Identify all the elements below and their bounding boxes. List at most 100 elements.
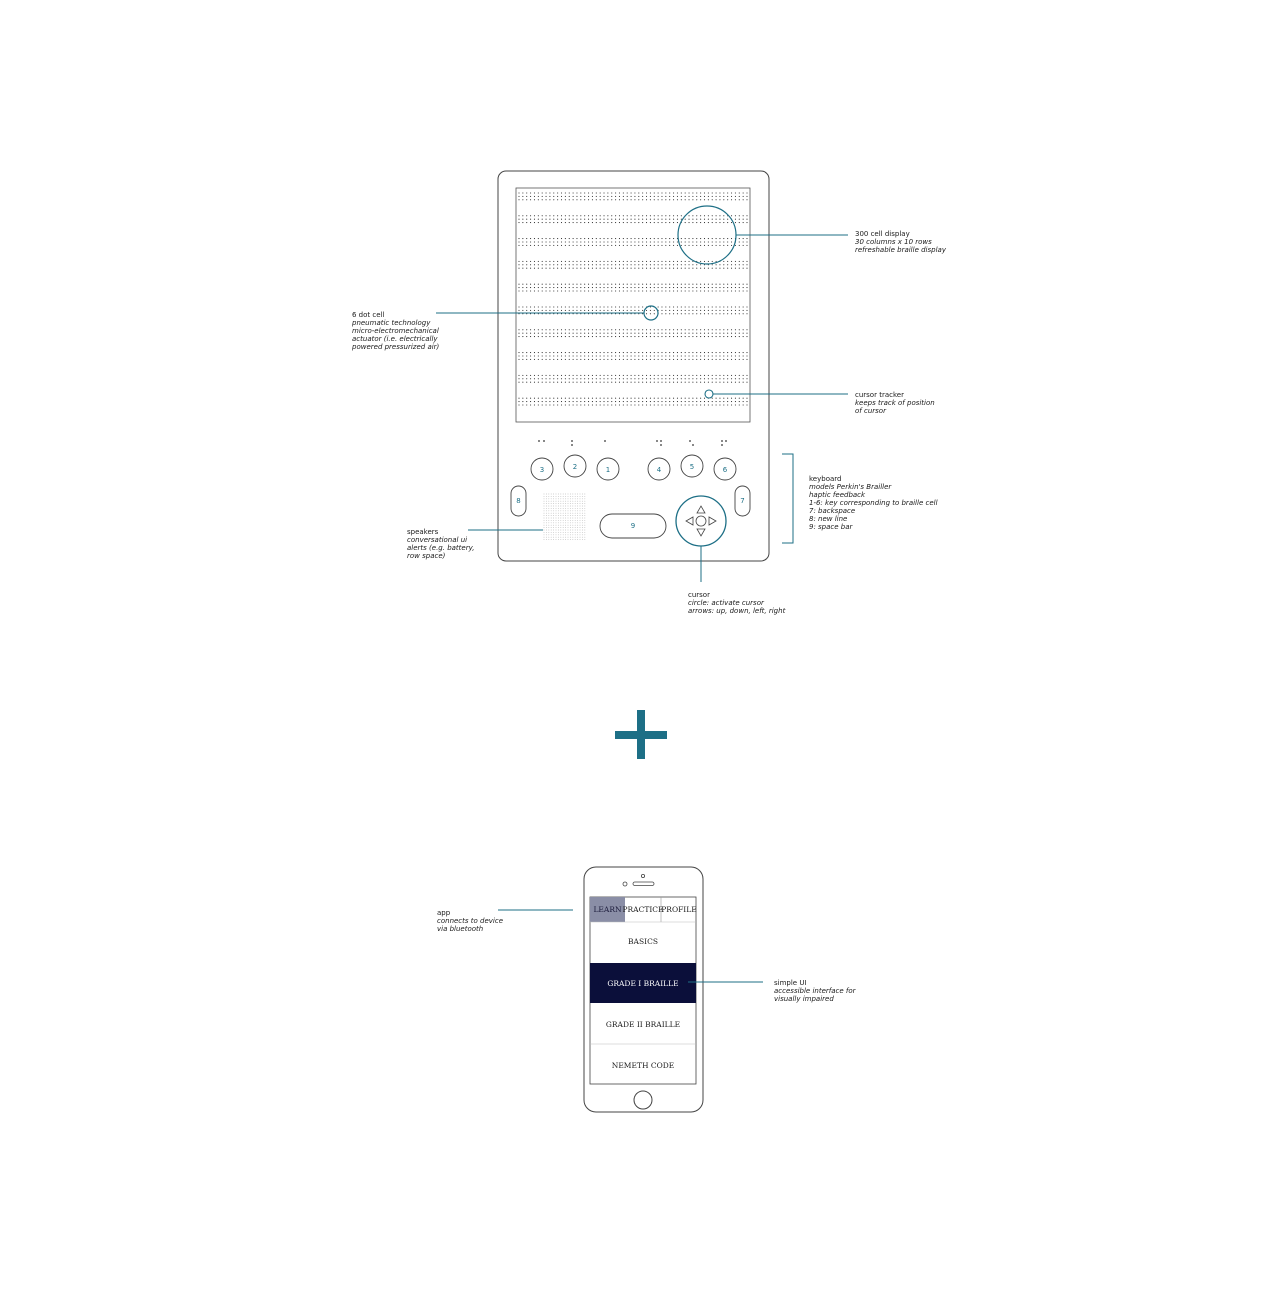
key-3[interactable]: 3	[530, 457, 554, 481]
braille-dot	[518, 283, 520, 285]
braille-dot	[703, 404, 706, 406]
braille-dot	[518, 374, 520, 376]
braille-dot	[703, 192, 706, 194]
braille-dot	[746, 195, 748, 197]
cursor-activate-button[interactable]	[695, 515, 707, 527]
key-5[interactable]: 5	[680, 454, 704, 478]
braille-dot	[696, 241, 698, 243]
cursor-pad[interactable]	[675, 495, 727, 547]
key-9-space-bar[interactable]: 9	[599, 513, 667, 539]
braille-dot	[611, 332, 613, 334]
tab-learn[interactable]: LEARN	[590, 897, 625, 922]
braille-dot	[557, 355, 559, 357]
braille-dot	[734, 355, 736, 357]
braille-dot	[649, 241, 651, 243]
braille-dot	[669, 401, 671, 403]
menu-row-grade-1-braille[interactable]: GRADE I BRAILLE	[590, 963, 696, 1003]
braille-dot	[645, 222, 648, 224]
speaker-dot	[579, 503, 581, 505]
braille-dot	[727, 329, 729, 331]
braille-dot	[545, 215, 547, 217]
braille-dot	[622, 215, 624, 217]
braille-dot	[560, 378, 563, 380]
phone-home-button[interactable]	[633, 1090, 653, 1110]
braille-dot	[676, 401, 678, 403]
braille-dot	[545, 283, 547, 285]
braille-dot	[642, 290, 644, 292]
braille-dot	[630, 267, 632, 269]
braille-dot	[661, 381, 663, 383]
braille-dot	[576, 222, 578, 224]
speaker-dot	[557, 495, 559, 497]
speaker-dot	[545, 519, 547, 521]
braille-dot	[622, 238, 624, 240]
braille-dot	[576, 404, 578, 406]
braille-dot	[557, 358, 559, 360]
speaker-dot	[581, 500, 583, 502]
speaker-dot	[579, 539, 581, 541]
speaker-dot	[574, 515, 576, 517]
braille-dot	[572, 192, 574, 194]
braille-dot	[615, 192, 617, 194]
braille-dot	[707, 199, 709, 201]
menu-row-grade-2-braille[interactable]: GRADE II BRAILLE	[606, 1020, 680, 1029]
braille-dot	[649, 267, 651, 269]
key-1[interactable]: 1	[596, 457, 620, 481]
braille-dot	[649, 381, 651, 383]
key-7[interactable]: 7	[734, 485, 751, 517]
braille-dot	[692, 241, 694, 243]
braille-dot	[703, 306, 706, 308]
braille-dot	[684, 306, 686, 308]
braille-dot	[649, 397, 651, 399]
braille-dot	[676, 222, 678, 224]
braille-dot	[545, 358, 547, 360]
braille-dot	[584, 397, 586, 399]
annotation-speakers: speakers conversational ui alerts (e.g. …	[407, 528, 474, 560]
braille-dot	[707, 241, 709, 243]
speaker-dot	[560, 536, 562, 538]
speaker-dot	[548, 505, 550, 507]
braille-dot	[634, 397, 636, 399]
braille-dot	[533, 401, 536, 403]
braille-dot	[568, 241, 570, 243]
braille-dot	[645, 313, 648, 315]
annotation-cursor-tracker-desc-2: of cursor	[855, 407, 886, 415]
braille-dot	[676, 241, 678, 243]
speaker-dot	[562, 531, 564, 533]
speaker-dot	[548, 517, 550, 519]
braille-dot	[665, 397, 667, 399]
braille-dot	[742, 329, 744, 331]
braille-dot	[715, 283, 717, 285]
braille-dot	[680, 241, 682, 243]
braille-dot	[661, 358, 663, 360]
key-8[interactable]: 8	[510, 485, 527, 517]
braille-dot	[588, 332, 590, 334]
braille-dot	[607, 374, 609, 376]
braille-dot	[584, 404, 586, 406]
menu-row-basics[interactable]: BASICS	[628, 937, 658, 946]
braille-dot	[684, 241, 686, 243]
key-6[interactable]: 6	[713, 457, 737, 481]
braille-dot	[727, 378, 729, 380]
menu-row-nemeth-code[interactable]: NEMETH CODE	[612, 1061, 675, 1070]
braille-dot	[661, 264, 663, 266]
braille-dot	[626, 267, 628, 269]
braille-dot	[649, 374, 651, 376]
braille-dot	[680, 192, 682, 194]
braille-dot	[719, 218, 721, 220]
braille-dot	[719, 222, 721, 224]
braille-dot	[688, 329, 690, 331]
braille-dot	[568, 218, 570, 220]
braille-dot	[634, 244, 636, 246]
tab-profile[interactable]: PROFILE	[661, 905, 696, 914]
braille-dot	[730, 244, 733, 246]
braille-dot	[549, 309, 551, 311]
braille-dot	[572, 290, 574, 292]
tab-practice[interactable]: PRACTICE	[622, 905, 663, 914]
key-4[interactable]: 4	[647, 457, 671, 481]
braille-dot	[700, 267, 702, 269]
braille-dot	[738, 215, 740, 217]
braille-dot	[661, 332, 663, 334]
braille-dot	[642, 267, 644, 269]
key-2[interactable]: 2	[563, 454, 587, 478]
